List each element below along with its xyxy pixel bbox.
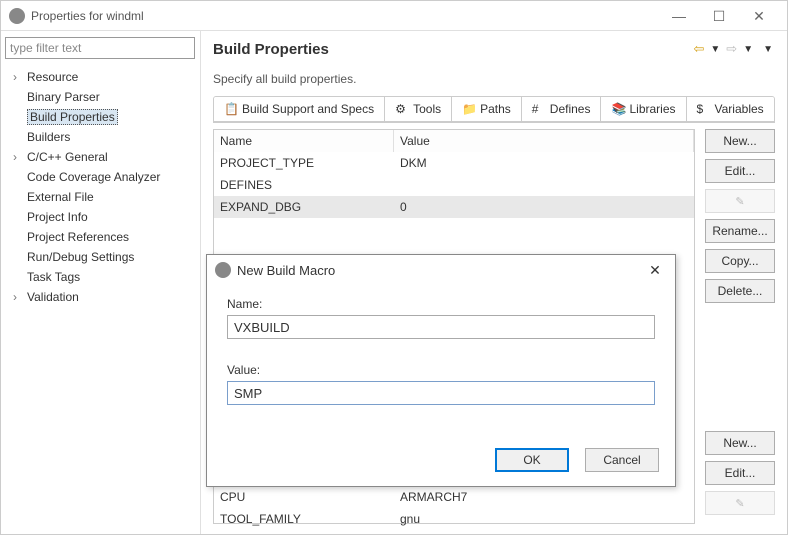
close-button[interactable]: ✕ — [739, 2, 779, 30]
tree-item-builders[interactable]: Builders — [5, 127, 196, 147]
col-value[interactable]: Value — [394, 130, 694, 152]
cancel-button[interactable]: Cancel — [585, 448, 659, 472]
back-icon[interactable]: ⇦ — [691, 41, 706, 57]
col-name[interactable]: Name — [214, 130, 394, 152]
table-row[interactable]: PROJECT_TYPE DKM — [214, 152, 694, 174]
tree-item-external-file[interactable]: External File — [5, 187, 196, 207]
tree-item-validation[interactable]: Validation — [5, 287, 196, 307]
name-label: Name: — [227, 297, 655, 311]
dialog-close-button[interactable]: ✕ — [643, 262, 667, 279]
tab-variables[interactable]: $Variables — [687, 97, 774, 121]
tab-bar: 📋Build Support and Specs ⚙Tools 📁Paths #… — [213, 96, 775, 122]
tree-item-task-tags[interactable]: Task Tags — [5, 267, 196, 287]
window-title: Properties for windml — [31, 9, 659, 23]
tab-paths[interactable]: 📁Paths — [452, 97, 522, 121]
app-icon — [9, 8, 25, 24]
name-input[interactable] — [227, 315, 655, 339]
minimize-button[interactable]: — — [659, 2, 699, 30]
edit-button[interactable]: Edit... — [705, 159, 775, 183]
tab-tools[interactable]: ⚙Tools — [385, 97, 452, 121]
gear-icon: ⚙ — [395, 102, 409, 116]
copy-button[interactable]: Copy... — [705, 249, 775, 273]
tab-build-support[interactable]: 📋Build Support and Specs — [214, 97, 385, 121]
tree-item-code-coverage[interactable]: Code Coverage Analyzer — [5, 167, 196, 187]
dialog-title: New Build Macro — [237, 263, 643, 278]
value-label: Value: — [227, 363, 655, 377]
new-button[interactable]: New... — [705, 129, 775, 153]
dialog-icon — [215, 262, 231, 278]
tree-item-cpp-general[interactable]: C/C++ General — [5, 147, 196, 167]
property-tree: Resource Binary Parser Build Properties … — [5, 67, 196, 307]
dialog-titlebar: New Build Macro ✕ — [207, 255, 675, 285]
tab-libraries[interactable]: 📚Libraries — [601, 97, 686, 121]
tree-item-project-info[interactable]: Project Info — [5, 207, 196, 227]
delete-button[interactable]: Delete... — [705, 279, 775, 303]
filter-input[interactable] — [5, 37, 195, 59]
tab-defines[interactable]: #Defines — [522, 97, 602, 121]
checklist-icon: 📋 — [224, 102, 238, 116]
forward-menu-icon[interactable]: ▼ — [741, 44, 755, 55]
maximize-button[interactable]: ☐ — [699, 2, 739, 30]
sidebar: Resource Binary Parser Build Properties … — [1, 31, 201, 534]
edit-button-lower[interactable]: Edit... — [705, 461, 775, 485]
books-icon: 📚 — [611, 102, 625, 116]
variable-icon: $ — [697, 102, 711, 116]
table-row[interactable]: EXPAND_DBG 0 — [214, 196, 694, 218]
side-button-column: New... Edit... ✎ Rename... Copy... Delet… — [705, 129, 775, 524]
new-button-lower[interactable]: New... — [705, 431, 775, 455]
table-row[interactable]: DEFINES — [214, 174, 694, 196]
edit-disabled-button-lower: ✎ — [705, 491, 775, 515]
back-menu-icon[interactable]: ▼ — [708, 44, 722, 55]
value-input[interactable] — [227, 381, 655, 405]
forward-icon[interactable]: ⇨ — [724, 41, 739, 57]
table-header: Name Value — [214, 130, 694, 152]
hash-icon: # — [532, 102, 546, 116]
pencil-icon: ✎ — [735, 196, 744, 208]
edit-disabled-button: ✎ — [705, 189, 775, 213]
view-menu-icon[interactable]: ▼ — [761, 44, 775, 55]
window-titlebar: Properties for windml — ☐ ✕ — [1, 1, 787, 31]
table-row[interactable]: CPU ARMARCH7 — [214, 486, 694, 508]
page-description: Specify all build properties. — [213, 72, 775, 86]
folder-icon: 📁 — [462, 102, 476, 116]
nav-arrows: ⇦ ▼ ⇨ ▼ ▼ — [691, 41, 775, 57]
ok-button[interactable]: OK — [495, 448, 569, 472]
new-macro-dialog: New Build Macro ✕ Name: Value: OK Cancel — [206, 254, 676, 487]
tree-item-build-properties[interactable]: Build Properties — [5, 107, 196, 127]
rename-button[interactable]: Rename... — [705, 219, 775, 243]
tree-item-project-references[interactable]: Project References — [5, 227, 196, 247]
tree-item-binary-parser[interactable]: Binary Parser — [5, 87, 196, 107]
tree-item-resource[interactable]: Resource — [5, 67, 196, 87]
pencil-icon: ✎ — [735, 498, 744, 510]
table-row[interactable]: TOOL_FAMILY gnu — [214, 508, 694, 530]
tree-item-run-debug[interactable]: Run/Debug Settings — [5, 247, 196, 267]
